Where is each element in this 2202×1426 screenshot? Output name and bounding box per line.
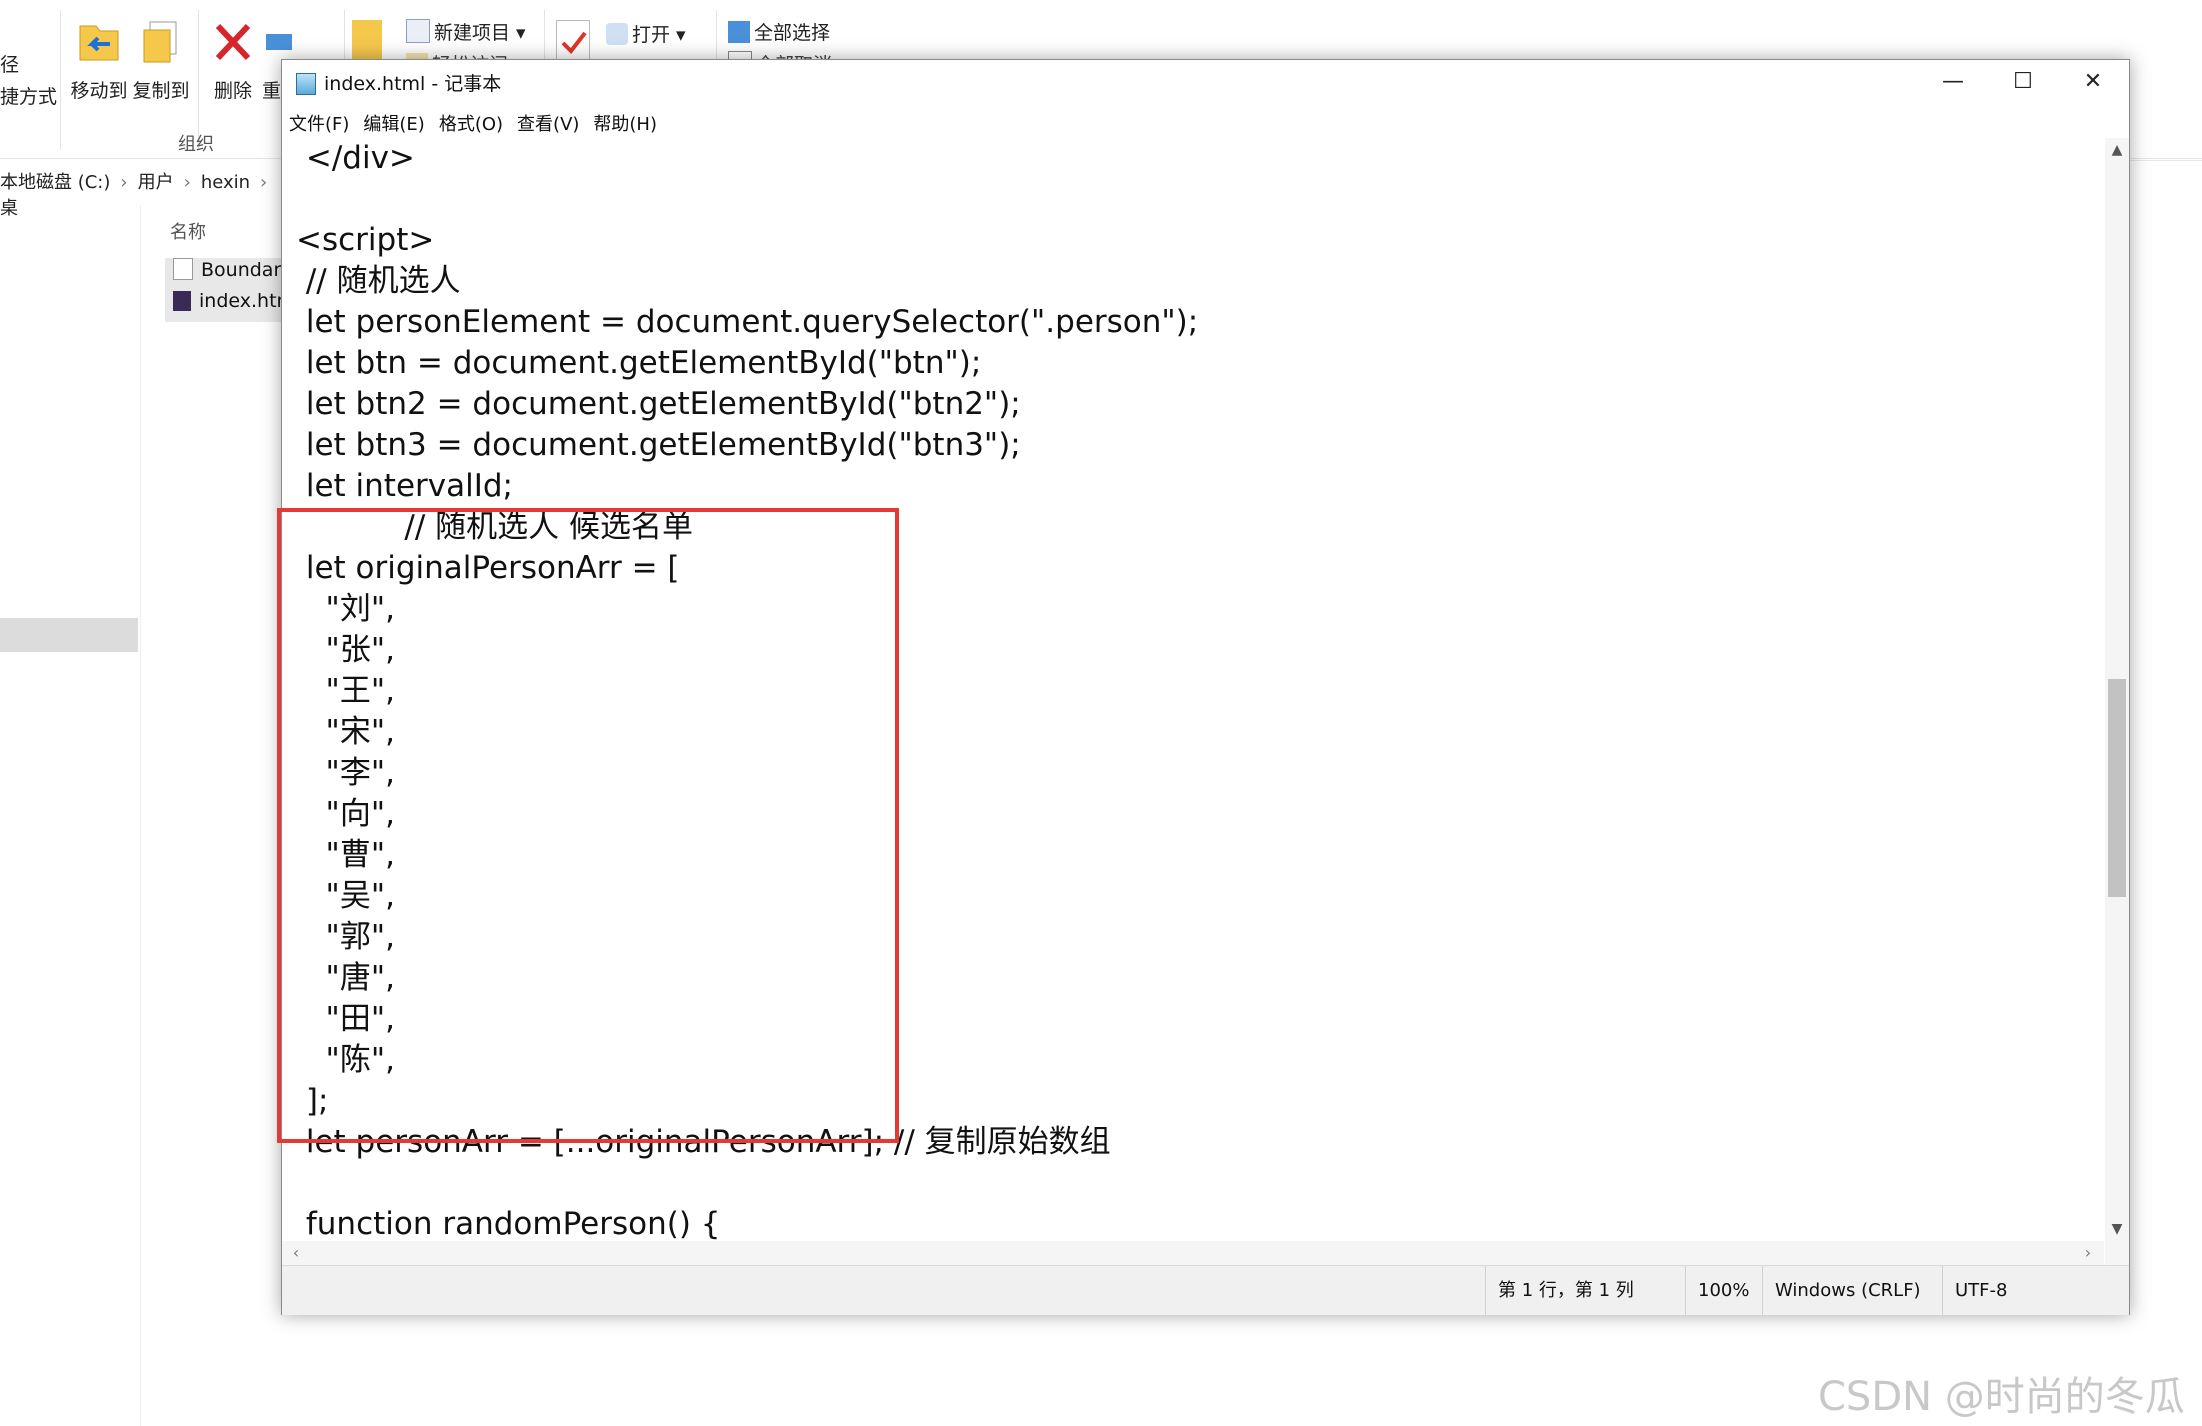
open-button[interactable]: 打开 ▾ <box>606 20 686 47</box>
window-title: index.html - 记事本 <box>324 73 502 95</box>
new-item-button[interactable]: 新建项目 ▾ <box>406 18 526 45</box>
close-button[interactable]: ✕ <box>2058 60 2128 104</box>
scroll-left-arrow-icon[interactable]: ‹ <box>284 1241 308 1265</box>
csdn-watermark: CSDN @时尚的冬瓜 <box>1818 1374 2185 1420</box>
select-all-icon <box>728 21 750 43</box>
copy-to-icon <box>136 18 186 68</box>
new-folder-icon[interactable] <box>352 20 382 60</box>
file-name: BoundaryPractice <box>201 259 285 281</box>
breadcrumb-users[interactable]: 用户 <box>138 168 174 194</box>
file-icon <box>173 258 193 280</box>
ribbon-separator <box>60 10 61 150</box>
breadcrumb-user[interactable]: hexin <box>201 172 250 193</box>
close-icon: ✕ <box>2083 69 2103 94</box>
red-annotation-box <box>277 508 899 1143</box>
vertical-scroll-thumb[interactable] <box>2108 679 2126 897</box>
ribbon-cut-label-top: 径 <box>0 54 20 76</box>
chevron-right-icon: › <box>120 172 128 193</box>
ribbon-cut-label-bottom[interactable]: 捷方式 <box>0 82 57 109</box>
move-to-label: 移动到 <box>70 80 128 102</box>
new-item-icon <box>406 19 430 43</box>
menu-file[interactable]: 文件(F) <box>282 104 356 136</box>
horizontal-scrollbar[interactable]: ‹ › <box>282 1241 2104 1265</box>
ribbon-separator <box>198 10 199 150</box>
scroll-corner <box>2105 1241 2129 1265</box>
minimize-button[interactable]: — <box>1918 60 1988 104</box>
status-bar: 第 1 行，第 1 列 100% Windows (CRLF) UTF-8 <box>282 1265 2129 1315</box>
delete-label: 删除 <box>213 80 252 102</box>
scroll-down-arrow-icon[interactable]: ▼ <box>2105 1221 2129 1237</box>
file-item-index-html[interactable]: index.html <box>165 290 285 322</box>
copy-to-label: 复制到 <box>132 80 190 102</box>
copy-to-button[interactable]: 复制到 <box>130 18 192 128</box>
status-cursor-position: 第 1 行，第 1 列 <box>1485 1266 1683 1315</box>
status-line-ending: Windows (CRLF) <box>1762 1266 1925 1315</box>
notepad-titlebar[interactable]: index.html - 记事本 — ☐ ✕ <box>282 60 2129 104</box>
open-label: 打开 <box>632 24 671 46</box>
chevron-right-icon: › <box>260 172 268 193</box>
html-file-icon <box>173 291 191 311</box>
menu-bar: 文件(F) 编辑(E) 格式(O) 查看(V) 帮助(H) <box>282 104 2129 138</box>
breadcrumb-drive[interactable]: 本地磁盘 (C:) <box>0 168 110 194</box>
menu-format[interactable]: 格式(O) <box>432 104 510 136</box>
select-all-label: 全部选择 <box>754 22 831 44</box>
menu-help[interactable]: 帮助(H) <box>586 104 664 136</box>
maximize-button[interactable]: ☐ <box>1988 60 2058 104</box>
menu-edit[interactable]: 编辑(E) <box>356 104 431 136</box>
delete-x-icon <box>208 18 258 68</box>
scroll-right-arrow-icon[interactable]: › <box>2076 1241 2100 1265</box>
vertical-scrollbar[interactable]: ▲ ▼ <box>2105 138 2129 1241</box>
column-header-name[interactable]: 名称 <box>170 218 206 244</box>
properties-check-icon[interactable] <box>556 20 590 62</box>
address-breadcrumb[interactable]: 本地磁盘 (C:) › 用户 › hexin ›桌 <box>0 168 300 219</box>
maximize-icon: ☐ <box>2013 69 2033 94</box>
notepad-icon <box>296 73 316 95</box>
explorer-right-edge <box>2128 160 2202 201</box>
minimize-icon: — <box>1942 69 1964 94</box>
delete-button[interactable]: 删除 <box>202 18 264 128</box>
chevron-right-icon: › <box>183 172 191 193</box>
select-all-button[interactable]: 全部选择 <box>728 18 830 45</box>
file-name: index.html <box>199 290 285 312</box>
open-icon <box>606 23 628 45</box>
file-item-boundary[interactable]: BoundaryPractice <box>165 258 285 290</box>
menu-view[interactable]: 查看(V) <box>510 104 586 136</box>
status-encoding: UTF-8 <box>1942 1266 2075 1315</box>
scroll-up-arrow-icon[interactable]: ▲ <box>2105 142 2129 158</box>
move-to-icon <box>74 18 124 68</box>
move-to-button[interactable]: 移动到 <box>68 18 130 128</box>
nav-selected-item[interactable] <box>0 618 138 652</box>
ribbon-group-label: 组织 <box>178 134 214 155</box>
status-zoom: 100% <box>1685 1266 1758 1315</box>
navigation-pane <box>0 205 141 1426</box>
new-item-label: 新建项目 <box>434 22 511 44</box>
